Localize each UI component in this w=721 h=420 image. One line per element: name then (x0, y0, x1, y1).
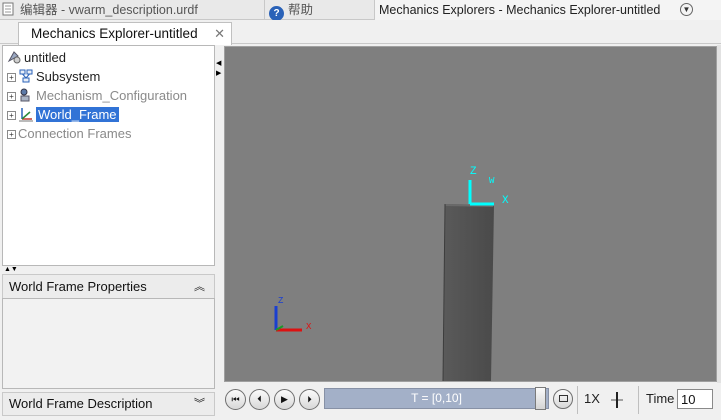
properties-panel-body (2, 298, 215, 389)
help-icon: ? (269, 6, 284, 21)
axis-x-label: X (502, 195, 509, 207)
properties-title: World Frame Properties (9, 279, 147, 294)
expand-icon[interactable]: + (7, 130, 16, 139)
tree-item-label: Connection Frames (18, 126, 132, 141)
document-tab-strip: Mechanics Explorer-untitled ✕ (0, 20, 721, 45)
screen-icon (559, 395, 568, 402)
tab-mechanics-explorer-untitled[interactable]: Mechanics Explorer-untitled ✕ (18, 22, 232, 45)
world-frame-axes[interactable]: Z W X (468, 166, 509, 207)
collapse-up-icon[interactable]: ︽ (194, 275, 205, 299)
expand-icon[interactable]: + (7, 111, 16, 120)
description-panel-header[interactable]: World Frame Description ︾ (2, 392, 215, 416)
close-icon[interactable]: ✕ (214, 23, 225, 44)
step-back-button[interactable]: ⏴ (249, 389, 270, 410)
editor-icon (2, 2, 14, 16)
rewind-icon: ⏮ (231, 394, 240, 404)
play-button[interactable]: ▶ (274, 389, 295, 410)
tab-mechanics-explorers-label: Mechanics Explorers - Mechanics Explorer… (379, 3, 661, 17)
tree-item-subsystem[interactable]: + Subsystem (7, 67, 100, 86)
divider (577, 386, 578, 414)
world-frame-icon (19, 108, 33, 122)
panel-menu-icon[interactable]: ▼ (680, 3, 693, 16)
tab-editor[interactable]: 编辑器 - vwarm_description.urdf (0, 0, 265, 20)
speed-slider[interactable] (610, 389, 624, 411)
subsystem-icon (19, 69, 33, 83)
step-forward-icon: ⏵ (307, 394, 312, 404)
pane-splitter[interactable]: ▲▼ (2, 266, 215, 274)
tree-item-label: Subsystem (36, 69, 101, 84)
tree-item-mechanism-configuration[interactable]: + Mechanism_Configuration (7, 86, 187, 105)
divider (638, 386, 639, 414)
step-back-icon: ⏴ (257, 394, 262, 404)
rigid-body[interactable] (442, 203, 494, 382)
step-forward-button[interactable]: ⏵ (299, 389, 320, 410)
3d-viewport[interactable]: Z W X Z X (224, 46, 717, 382)
triad-x-label: X (306, 322, 312, 332)
tab-mechanics-explorers[interactable]: Mechanics Explorers - Mechanics Explorer… (375, 0, 721, 20)
orientation-triad: Z X (274, 296, 312, 332)
timeline-thumb[interactable] (535, 387, 546, 410)
collapse-left-icon[interactable]: ◀ (216, 59, 221, 67)
tree-item-world-frame[interactable]: + World_Frame (7, 105, 119, 124)
timeline-slider[interactable]: T = [0,10] (324, 388, 549, 409)
top-tab-bar: 编辑器 - vwarm_description.urdf ? 帮助 Mechani… (0, 0, 721, 21)
tab-help[interactable]: ? 帮助 (265, 0, 375, 21)
time-input[interactable] (677, 389, 713, 409)
doc-tab-label: Mechanics Explorer-untitled (31, 26, 198, 41)
properties-panel-header[interactable]: World Frame Properties ︽ (2, 274, 215, 298)
scene-canvas: Z W X Z X (274, 166, 509, 382)
expand-down-icon[interactable]: ︾ (194, 393, 205, 415)
collapse-right-icon[interactable]: ▶ (216, 69, 221, 77)
model-icon (7, 51, 21, 64)
axis-z-label: Z (470, 166, 477, 178)
tree-item-connection-frames[interactable]: + Connection Frames (7, 124, 131, 143)
tree-root-label: untitled (24, 50, 66, 65)
collapse-arrows-icon[interactable]: ▲▼ (4, 266, 18, 274)
rewind-button[interactable]: ⏮ (225, 389, 246, 410)
play-icon: ▶ (281, 394, 288, 404)
tab-editor-label: 编辑器 - vwarm_description.urdf (20, 3, 198, 17)
vertical-splitter[interactable]: ◀ ▶ (215, 45, 224, 420)
tree-item-label: Mechanism_Configuration (36, 88, 188, 103)
playback-bar: ⏮ ⏴ ▶ ⏵ T = [0,10] 1X Time (224, 383, 721, 420)
snapshot-button[interactable] (553, 389, 573, 409)
triad-z-label: Z (278, 296, 284, 306)
expand-icon[interactable]: + (7, 92, 16, 101)
description-title: World Frame Description (9, 396, 153, 411)
right-edge-scrollbar[interactable] (717, 45, 721, 420)
axis-w-label: W (489, 176, 495, 186)
time-label: Time (646, 391, 675, 406)
mechanism-config-icon (20, 88, 30, 102)
tab-help-label: 帮助 (288, 3, 314, 17)
expand-icon[interactable]: + (7, 73, 16, 82)
tree-item-label: World_Frame (36, 107, 119, 122)
tree-root[interactable]: untitled (6, 48, 66, 67)
speed-label: 1X (584, 391, 600, 406)
model-tree: untitled + Subsystem + Mechanism_Configura… (2, 45, 215, 266)
